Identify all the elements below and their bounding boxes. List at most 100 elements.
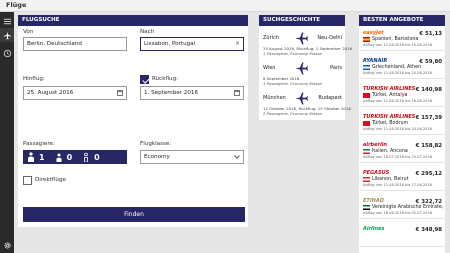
offer-destination-label: Griechenland, Athen (372, 65, 422, 70)
offer-destination-label: Türkei, Bodrum (372, 121, 409, 126)
offer-dates: Abflug von 11.06.2016 bis 24.06.2016 (363, 127, 433, 131)
history-from: Wien (263, 65, 276, 71)
airline-logo: easyJet (363, 30, 384, 36)
offer-item[interactable]: airberlin € 158,82 Italien, Ancona Abflug v… (359, 139, 445, 163)
from-label: Von (23, 29, 34, 35)
history-passengers: 1 Passagiere, Economy Klasse (263, 81, 322, 86)
airplane-icon (295, 92, 308, 105)
offer-destination-label: Vereinigte Arabische Emirate, Al (372, 205, 445, 210)
return-checkbox[interactable] (140, 75, 149, 84)
airplane-icon (295, 32, 308, 45)
offer-item[interactable]: TURKISH AIRLINES € 157,39 Türkei, Bodrum Ab… (359, 111, 445, 135)
to-label: Nach (140, 29, 155, 35)
offer-destination: Vereinigte Arabische Emirate, Al (363, 205, 445, 210)
flight-class-select[interactable]: Economy (140, 150, 244, 164)
adult-icon (28, 152, 34, 162)
flag-icon (363, 93, 370, 98)
history-item[interactable]: Wien Paris 6 September 2016 1 Passagiere… (259, 61, 345, 91)
history-item[interactable]: Zürich Neu-Delhi 25 August 2016, Rückflu… (259, 31, 352, 61)
from-input-value: Berlin, Deutschland (27, 41, 82, 47)
class-label: Flugklasse: (140, 141, 172, 147)
offer-item[interactable]: ETIHAD € 322,72 Vereinigte Arabische Emira… (359, 195, 445, 219)
history-to: Neu-Delhi (317, 35, 342, 41)
offer-price: € 157,39 (415, 115, 442, 121)
passenger-selector[interactable]: 1 0 0 (23, 150, 127, 164)
airline-logo: Airlines (363, 226, 385, 232)
airline-logo: PEGASUS (363, 170, 390, 176)
airline-logo: TURKISH AIRLINES (363, 114, 416, 120)
flag-icon (363, 121, 370, 126)
direct-flights-label: Direktflüge (35, 177, 66, 183)
infant-icon (84, 152, 89, 162)
history-from: Zürich (263, 35, 279, 41)
flag-icon (363, 37, 370, 42)
flag-icon (363, 205, 370, 210)
app-title-bar: Flüge (0, 0, 450, 12)
adults-group[interactable]: 1 (27, 152, 45, 162)
history-passengers: 1 Passagiere, Economy Klasse (263, 51, 322, 56)
app-title: Flüge (6, 1, 27, 9)
history-to: Budapest (318, 95, 342, 101)
offer-dates: Abflug von 11.06.2016 bis 20.06.2016 (363, 71, 433, 75)
offer-price: € 140,98 (415, 87, 442, 93)
child-icon (56, 153, 62, 162)
offer-destination: Griechenland, Athen (363, 65, 421, 70)
offer-item[interactable]: TURKISH AIRLINES € 140,98 Türkei, Antalya A… (359, 83, 445, 107)
offer-price: € 295,12 (415, 171, 442, 177)
offer-item[interactable]: easyJet € 51,13 Spanien, Barcelona Abflug v… (359, 27, 445, 51)
offer-item[interactable]: RYANAIR € 59,80 Griechenland, Athen Abflug … (359, 55, 445, 79)
history-to: Paris (330, 65, 342, 71)
from-input[interactable]: Berlin, Deutschland (23, 37, 127, 51)
offer-dates: Abflug von 18.07.2016 bis 25.07.2016 (363, 155, 433, 159)
offer-item[interactable]: PEGASUS € 295,12 Libanon, Beirut Abflug von… (359, 167, 445, 191)
children-group[interactable]: 0 (55, 152, 73, 162)
flight-class-value: Economy (144, 154, 170, 160)
to-input-value: Lissabon, Portugal (144, 41, 196, 47)
offers-panel-header: BESTEN ANGEBOTE (359, 15, 445, 26)
offer-dates: Abflug von 11.06.2016 bis 17.06.2016 (363, 183, 433, 187)
return-label: Rückflug: (152, 76, 178, 82)
offer-dates: Abflug von 18.06.2016 bis 02.07.2016 (363, 211, 433, 215)
offer-dates: Abflug von 11.06.2016 bis 18.06.2016 (363, 99, 433, 103)
history-panel-header: SUCHGESCHICHTE (259, 15, 345, 26)
airplane-icon (295, 62, 308, 75)
adults-count: 1 (39, 152, 45, 162)
best-offers-panel: BESTEN ANGEBOTE easyJet € 51,13 Spanien, B… (359, 15, 445, 253)
offer-price: € 59,80 (419, 59, 442, 65)
calendar-icon (234, 90, 240, 96)
history-item[interactable]: München Budapest 12 Oktober 2016, Rückfl… (259, 91, 351, 121)
outbound-date-picker[interactable]: 25. August 2016 (23, 86, 127, 100)
offer-price: € 158,82 (415, 143, 442, 149)
to-input[interactable]: Lissabon, Portugal × (140, 37, 244, 51)
outbound-label: Hinflug: (23, 76, 45, 82)
offer-destination: Libanon, Beirut (363, 177, 409, 182)
clear-icon[interactable]: × (235, 38, 240, 50)
offer-destination-label: Türkei, Antalya (372, 93, 408, 98)
history-passengers: 2 Passagiere, Economy Klasse (263, 111, 322, 116)
offer-destination: Spanien, Barcelona (363, 37, 418, 42)
gear-icon[interactable] (0, 238, 14, 252)
search-panel-header: FLUGSUCHE (18, 15, 248, 26)
flag-icon (363, 149, 370, 154)
airline-logo: airberlin (363, 142, 387, 148)
offer-destination-label: Italien, Ancona (372, 149, 408, 154)
menu-icon[interactable] (0, 14, 14, 28)
offer-destination-label: Libanon, Beirut (372, 177, 409, 182)
chevron-down-icon (234, 153, 240, 159)
history-from: München (263, 95, 286, 101)
airline-logo: RYANAIR (363, 58, 388, 64)
offer-price: € 51,13 (419, 31, 442, 37)
direct-flights-checkbox[interactable] (23, 176, 32, 185)
passengers-label: Passagiere: (23, 141, 55, 147)
search-button[interactable]: Finden (23, 207, 245, 222)
offer-destination-label: Spanien, Barcelona (372, 37, 419, 42)
clock-icon[interactable] (0, 46, 14, 60)
offer-dates: Abflug von 11.06.2016 bis 15.06.2016 (363, 43, 433, 47)
children-count: 0 (66, 152, 73, 162)
search-history-panel: SUCHGESCHICHTE Zürich Neu-Delhi 25 Augus… (259, 15, 352, 121)
offer-item[interactable]: Airlines € 348,98 (359, 223, 445, 247)
return-date-picker[interactable]: 1. September 2016 (140, 86, 244, 100)
airplane-icon[interactable] (0, 28, 14, 42)
left-nav-rail (0, 12, 14, 253)
infants-group[interactable]: 0 (82, 152, 100, 162)
